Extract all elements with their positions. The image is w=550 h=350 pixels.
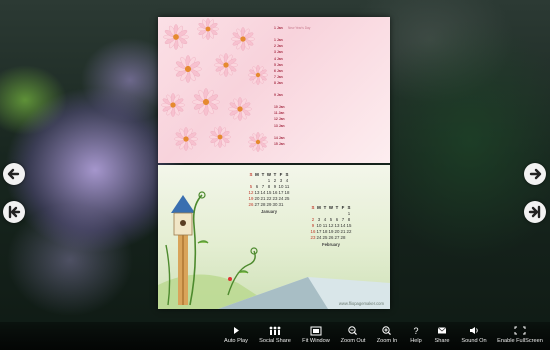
daisy-flower (214, 53, 238, 77)
fullscreen-label: Enable FullScreen (497, 338, 543, 344)
calendar-january: S M T W T F S 1 2 3 4 5 6 7 8 9 10 11 12 13 14 15 16 17 18 19 20 21… (248, 172, 290, 214)
daisy-illustration (161, 18, 268, 152)
previous-page-button[interactable] (3, 163, 25, 185)
share-label: Share (434, 338, 450, 344)
schedule-date: 12 Jan (274, 117, 285, 122)
schedule-date: 1 Jan (274, 38, 283, 43)
fit-window-button[interactable]: Fit Window (298, 324, 334, 348)
schedule-date: 1 Jan (274, 26, 283, 31)
calendar-february: S M T W T F S 1 2 3 4 5 6 7 8 9 10 11 12 13 14 15 16 17 18 19 20 21… (310, 205, 352, 247)
zoom-in-icon (382, 326, 391, 336)
bottom-toolbar: Auto Play Social Share Fit Window Zoom O… (0, 322, 550, 350)
daisy-flower (161, 93, 185, 117)
fullscreen-icon (514, 326, 526, 335)
zoom-in-button[interactable]: Zoom In (372, 324, 402, 348)
daisy-flower (192, 88, 220, 116)
schedule-date: 9 Jan (274, 93, 283, 98)
mail-icon (437, 327, 447, 334)
daisy-flower (248, 65, 268, 85)
next-page-button[interactable] (524, 163, 546, 185)
fit-window-label: Fit Window (302, 338, 330, 344)
zoom-in-label: Zoom In (376, 338, 398, 344)
schedule-date: 15 Jan (274, 141, 285, 146)
auto-play-button[interactable]: Auto Play (219, 324, 253, 348)
calendar-page-bottom: S M T W T F S 1 2 3 4 5 6 7 8 9 10 11 12 13 14 15 16 17 18 19 20 21… (158, 165, 390, 309)
daisy-flower (174, 55, 202, 83)
arrow-left-icon (7, 168, 20, 180)
schedule-date: 4 Jan (274, 56, 283, 61)
help-button[interactable]: ? Help (404, 324, 428, 348)
zoom-out-button[interactable]: Zoom Out (337, 324, 369, 348)
daisy-flower (209, 126, 231, 148)
schedule-list: 1 Jan New Year's Day 1 Jan 2 Jan 3 Jan 4 Jan 5… (274, 25, 384, 147)
schedule-date: 8 Jan (274, 80, 283, 85)
sound-button[interactable]: Sound On (458, 324, 490, 348)
daisy-flower (231, 27, 255, 51)
daisy-flower (197, 18, 219, 40)
schedule-date: 13 Jan (274, 123, 285, 128)
daisy-flower (163, 24, 189, 50)
sound-label: Sound On (461, 338, 487, 344)
calendar-day: 22 (346, 229, 352, 234)
fullscreen-button[interactable]: Enable FullScreen (494, 324, 546, 348)
zoom-out-icon (348, 326, 357, 336)
watermark-url: www.fliopagemaker.com (338, 301, 384, 306)
schedule-text: New Year's Day (288, 26, 311, 31)
help-label: Help (410, 338, 422, 344)
zoom-out-label: Zoom Out (340, 338, 366, 344)
arrow-right-icon (529, 168, 542, 180)
schedule-date: 2 Jan (274, 44, 283, 49)
people-icon (269, 326, 281, 335)
speaker-icon (470, 327, 478, 334)
month-label: February (322, 242, 340, 247)
social-share-label: Social Share (259, 338, 291, 344)
fit-window-icon (310, 326, 322, 336)
skip-first-icon (8, 205, 21, 219)
schedule-date: 14 Jan (274, 135, 285, 140)
schedule-date: 10 Jan (274, 105, 285, 110)
schedule-date: 5 Jan (274, 62, 283, 67)
share-button[interactable]: Share (430, 324, 454, 348)
schedule-date: 11 Jan (274, 111, 285, 116)
calendar-page-top: 1 Jan New Year's Day 1 Jan 2 Jan 3 Jan 4 Jan 5… (158, 17, 390, 163)
schedule-date: 7 Jan (274, 74, 283, 79)
daisy-flower (228, 97, 252, 121)
last-page-button[interactable] (524, 201, 546, 223)
calendar-day: 28 (340, 235, 346, 240)
calendar-day: 31 (278, 202, 284, 207)
flipbook[interactable]: 1 Jan New Year's Day 1 Jan 2 Jan 3 Jan 4 Jan 5… (158, 17, 390, 309)
auto-play-label: Auto Play (224, 338, 248, 344)
calendar-day: 25 (284, 196, 290, 201)
first-page-button[interactable] (3, 201, 25, 223)
schedule-date: 6 Jan (274, 68, 283, 73)
svg-text:?: ? (413, 326, 418, 336)
schedule-row: 15 Jan (274, 141, 384, 147)
skip-last-icon (528, 205, 541, 219)
help-icon: ? (413, 326, 418, 336)
month-label: January (260, 209, 278, 214)
daisy-flower (248, 132, 268, 152)
play-icon (234, 327, 239, 334)
daisy-flower (174, 127, 198, 151)
schedule-date: 3 Jan (274, 50, 283, 55)
social-share-button[interactable]: Social Share (256, 324, 294, 348)
